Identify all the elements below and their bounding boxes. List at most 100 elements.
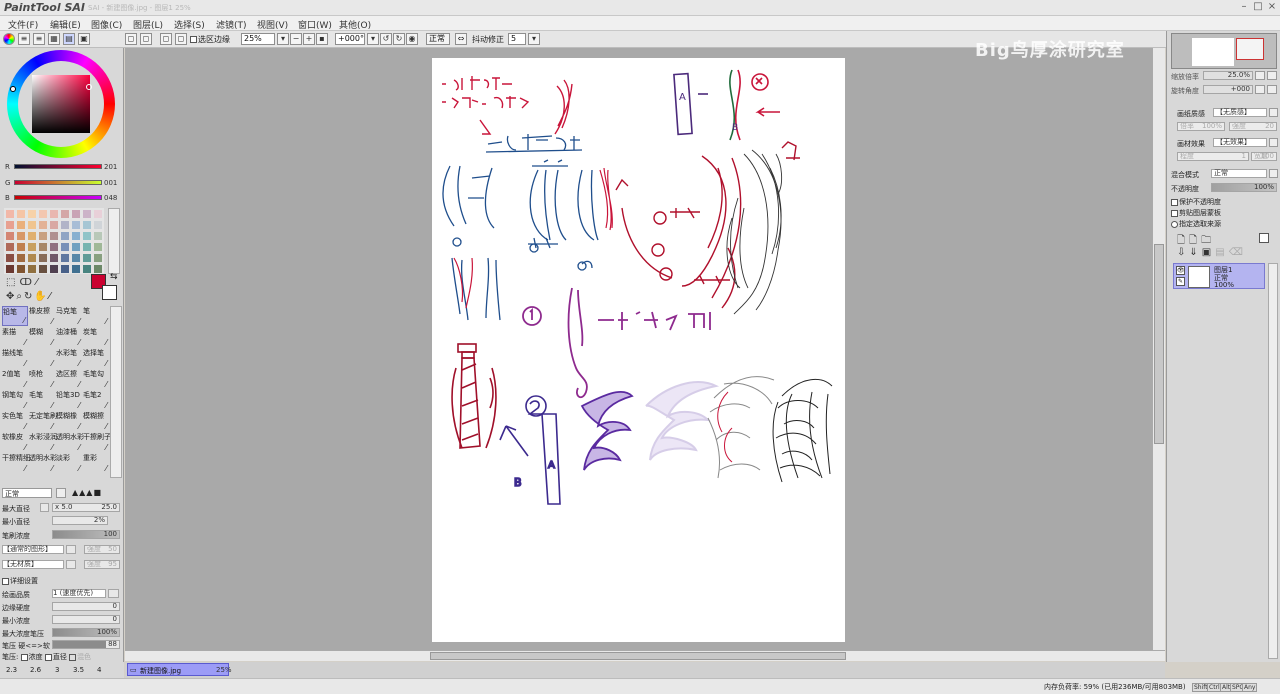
menu-edit[interactable]: 编辑(E) xyxy=(50,18,81,31)
color-swatch[interactable] xyxy=(28,232,36,240)
tool-button[interactable]: 选择笔 ⁄ xyxy=(83,348,109,368)
brush-texture-select[interactable]: 【无材质】 xyxy=(2,560,64,569)
detail-settings-toggle[interactable]: 详细设置 xyxy=(2,576,38,586)
rotation-dropdown-icon[interactable]: ▾ xyxy=(367,33,379,45)
nav-zoom-out-icon[interactable] xyxy=(1255,71,1265,80)
size-preset-1[interactable]: 2.3 xyxy=(6,666,17,674)
pressure-slider[interactable]: 88 xyxy=(52,640,120,649)
rotation-input[interactable]: +000° xyxy=(335,33,365,45)
brush-tip-shapes[interactable]: ▲▲▲■ xyxy=(72,488,102,497)
color-swatch[interactable] xyxy=(6,254,14,262)
layer-color-icon[interactable]: ▣ xyxy=(1202,247,1215,258)
color-swatch[interactable] xyxy=(17,232,25,240)
layer-mask-icon[interactable] xyxy=(1259,233,1269,243)
paper-scale[interactable]: 倍率 100% xyxy=(1177,122,1225,131)
rgb-slider-toggle-icon[interactable]: ≡ xyxy=(18,33,30,45)
nav-rotate-field[interactable]: +000 xyxy=(1203,85,1253,94)
size-preset-4[interactable]: 3.5 xyxy=(73,666,84,674)
color-swatch[interactable] xyxy=(39,243,47,251)
rotate-right-icon[interactable]: ↻ xyxy=(393,33,405,45)
hsv-slider-toggle-icon[interactable]: ≡ xyxy=(33,33,45,45)
color-swatch[interactable] xyxy=(17,254,25,262)
color-swatch[interactable] xyxy=(83,232,91,240)
swatch-scrollbar[interactable] xyxy=(108,208,120,274)
color-swatch[interactable] xyxy=(17,265,25,273)
tool-button[interactable]: 毛笔勾 ⁄ xyxy=(83,369,109,389)
merge-down-icon[interactable]: ⇓ xyxy=(1189,247,1201,258)
b-value[interactable]: 048 xyxy=(104,194,117,202)
color-swatch[interactable] xyxy=(72,210,80,218)
color-swatch[interactable] xyxy=(72,243,80,251)
selection-edge-checkbox[interactable] xyxy=(190,36,197,43)
effect-degree[interactable]: 程度 1 xyxy=(1177,152,1249,161)
min-density-slider[interactable]: 0 xyxy=(52,615,120,624)
size-preset-3[interactable]: 3 xyxy=(55,666,59,674)
color-swatch[interactable] xyxy=(94,265,102,273)
color-swatch[interactable] xyxy=(6,265,14,273)
brush-mode-select[interactable]: 正常 xyxy=(2,488,52,498)
tool-button[interactable]: 2值笔 ⁄ xyxy=(2,369,28,389)
minimize-icon[interactable]: – xyxy=(1238,1,1250,13)
new-linework-layer-icon[interactable]: 🗋 xyxy=(1189,235,1201,246)
color-swatch[interactable] xyxy=(6,232,14,240)
tool-button[interactable]: 透明水彩 ⁄ xyxy=(29,453,57,473)
r-slider[interactable] xyxy=(14,164,102,169)
color-swatch[interactable] xyxy=(72,232,80,240)
max-pressure-slider[interactable]: 100% xyxy=(52,628,120,637)
density-checkbox[interactable] xyxy=(20,653,28,661)
layer-list-scrollbar[interactable] xyxy=(1268,263,1278,659)
color-swatch[interactable] xyxy=(28,243,36,251)
menu-other[interactable]: 其他(O) xyxy=(339,18,371,31)
min-size-field[interactable]: 2% xyxy=(52,516,108,525)
color-swatch[interactable] xyxy=(94,243,102,251)
g-value[interactable]: 001 xyxy=(104,179,117,187)
brush-mode-dropdown-icon[interactable] xyxy=(56,488,66,498)
color-swatch[interactable] xyxy=(17,221,25,229)
menu-filter[interactable]: 滤镜(T) xyxy=(216,18,247,31)
layer-visibility-icon[interactable]: 👁 xyxy=(1176,266,1185,275)
hand-icon[interactable]: ✋ xyxy=(34,291,48,302)
nav-zoom-in-icon[interactable] xyxy=(1267,71,1277,80)
layer-blend-dropdown-icon[interactable] xyxy=(1269,169,1278,178)
tool-scrollbar[interactable] xyxy=(110,306,122,478)
color-swatch[interactable] xyxy=(28,254,36,262)
detail-settings-checkbox[interactable] xyxy=(2,577,9,585)
tool-button[interactable]: 橡皮擦 ⁄ xyxy=(29,306,55,326)
tool-button[interactable]: 毛笔 ⁄ xyxy=(29,390,55,410)
brush-shape-select[interactable]: 【通常的图形】 xyxy=(2,545,64,554)
clear-layer-icon[interactable]: ▤ xyxy=(1215,247,1228,258)
tool-button[interactable]: 干擦精细 ⁄ xyxy=(2,453,30,473)
rotate-icon[interactable]: ↻ xyxy=(24,291,34,302)
paper-texture-select[interactable]: 【无质感】 xyxy=(1213,108,1267,117)
swap-colors-icon[interactable]: ⇆ xyxy=(110,272,118,282)
brush-texture-strength[interactable]: 强度 95 xyxy=(84,560,120,569)
color-swatch[interactable] xyxy=(61,243,69,251)
selection-source-toggle[interactable]: 指定选取来源 xyxy=(1171,219,1221,229)
tool-button[interactable]: 马克笔 ⁄ xyxy=(56,306,82,326)
tool-button[interactable]: 钢笔勾 ⁄ xyxy=(2,390,28,410)
tool-button[interactable]: 铅笔3D ⁄ xyxy=(56,390,82,410)
brush-shape-strength[interactable]: 强度 50 xyxy=(84,545,120,554)
horizontal-scrollbar[interactable] xyxy=(125,650,1165,661)
selection-source-radio[interactable] xyxy=(1171,220,1178,228)
transfer-down-icon[interactable]: ⇩ xyxy=(1177,247,1189,258)
b-slider[interactable] xyxy=(14,195,102,200)
color-swatch[interactable] xyxy=(61,254,69,262)
color-swatch[interactable] xyxy=(39,221,47,229)
color-swatch[interactable] xyxy=(61,221,69,229)
zoom-icon[interactable]: ⌕ xyxy=(16,291,24,302)
color-swatch[interactable] xyxy=(28,221,36,229)
effect-dropdown-icon[interactable] xyxy=(1269,138,1278,147)
effect-width[interactable]: 宽度 100 xyxy=(1251,152,1277,161)
tool-button[interactable]: 毛笔2 ⁄ xyxy=(83,390,109,410)
color-swatch[interactable] xyxy=(72,254,80,262)
color-swatch[interactable] xyxy=(94,254,102,262)
layer-opacity-slider[interactable]: 100% xyxy=(1211,183,1277,192)
paper-strength[interactable]: 强度 20 xyxy=(1229,122,1277,131)
layer-item[interactable]: 👁 ✎ 图层1 正常 100% xyxy=(1173,263,1265,289)
color-swatch[interactable] xyxy=(39,210,47,218)
flip-icon[interactable]: ⇔ xyxy=(455,33,467,45)
color-swatch[interactable] xyxy=(50,254,58,262)
brush-texture-dropdown-icon[interactable] xyxy=(66,560,76,569)
menu-file[interactable]: 文件(F) xyxy=(8,18,38,31)
